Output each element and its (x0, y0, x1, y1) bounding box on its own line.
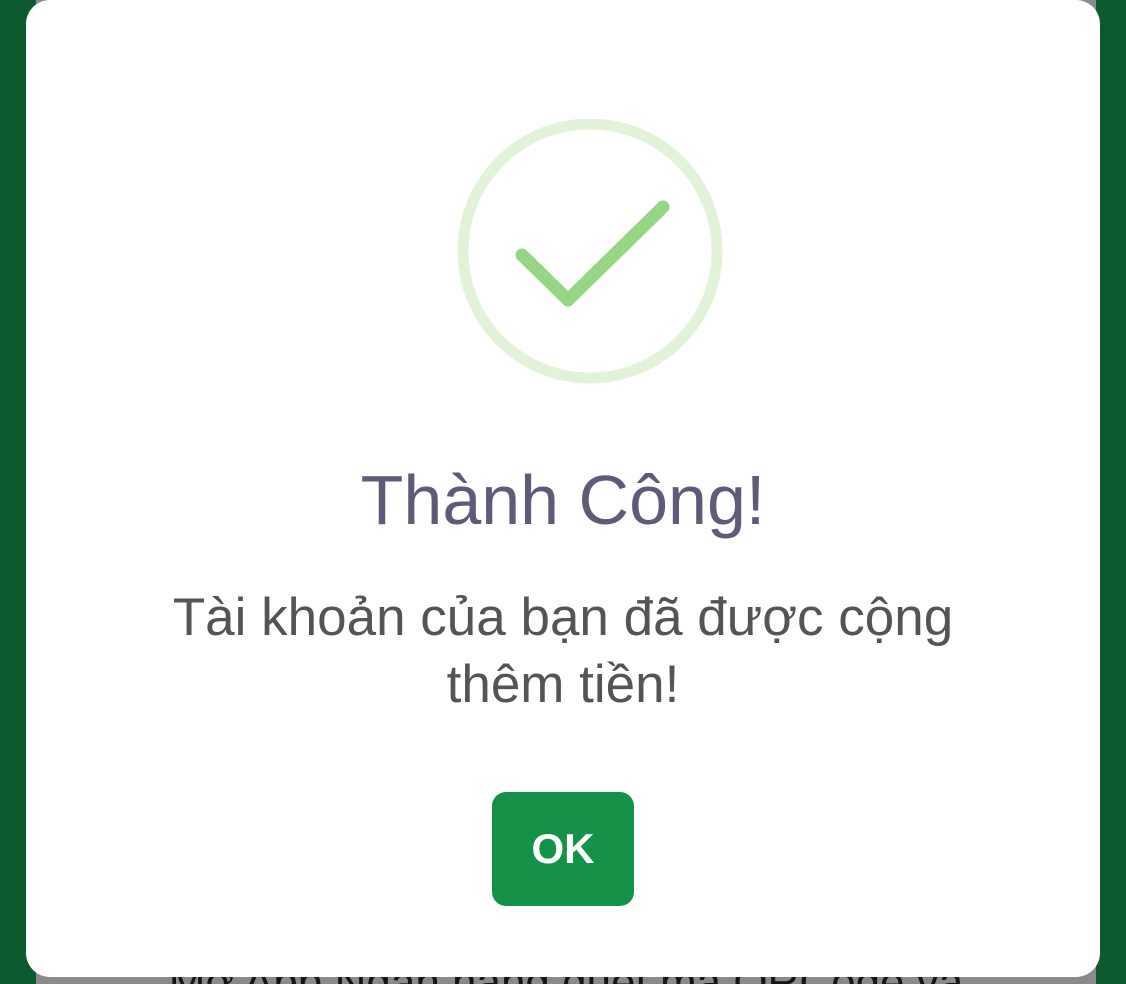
check-ring (457, 119, 723, 384)
success-dialog: Thành Công! Tài khoản của bạn đã được cộ… (26, 0, 1100, 977)
dialog-message: Tài khoản của bạn đã được cộng thêm tiền… (172, 588, 954, 714)
dialog-title: Thành Công! (360, 461, 766, 539)
check-mark (515, 200, 670, 307)
check-circle-icon (457, 119, 723, 384)
ok-button[interactable]: OK (492, 792, 634, 906)
